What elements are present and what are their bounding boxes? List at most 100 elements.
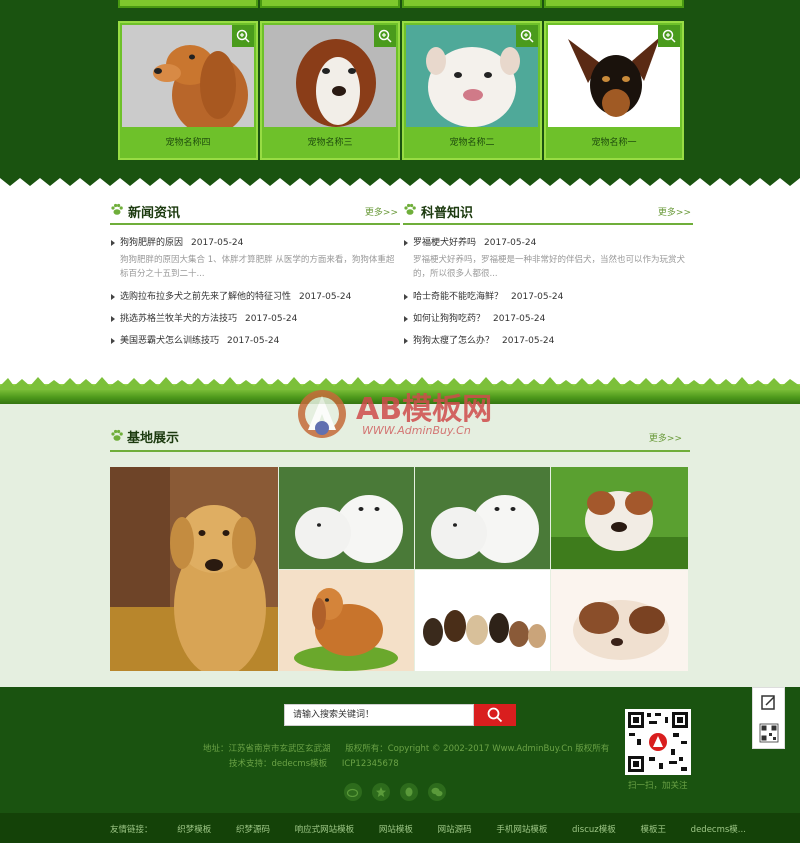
friend-link[interactable]: 手机网站模板 xyxy=(496,825,547,835)
pet-card[interactable]: 宠物名称一 xyxy=(544,21,684,160)
list-item[interactable]: 罗福梗犬好养吗 2017-05-24 罗福梗犬好养吗，罗福梗是一种非常好的伴侣犬，… xyxy=(403,237,693,281)
footer-support: 技术支持：dedecms模板 xyxy=(229,759,328,769)
pet-name[interactable]: 宠物名称三 xyxy=(262,135,398,148)
friend-links-bar: 友情链接： 织梦模板 织梦源码 响应式网站模板 网站模板 网站源码 手机网站模板… xyxy=(0,813,800,843)
news-more-link[interactable]: 更多>> xyxy=(365,205,398,218)
news-section: 新闻资讯 更多>> 狗狗肥胖的原因 2017-05-24 狗狗肥胖的原因大集合 1… xyxy=(110,197,400,357)
list-item[interactable]: 哈士奇能不能吃海鲜？ 2017-05-24 xyxy=(403,291,693,303)
footer-icp: ICP12345678 xyxy=(341,759,399,769)
news-item-summary: 狗狗肥胖的原因大集合 1、体胖才算肥胖 从医学的方面来看，狗狗体重超标百分之十五… xyxy=(120,255,395,279)
paw-icon xyxy=(111,203,123,215)
friend-link[interactable]: dedecms模... xyxy=(691,825,746,835)
gallery-image[interactable] xyxy=(415,570,550,671)
weibo-icon[interactable] xyxy=(344,783,362,801)
qr-caption: 扫一扫，加关注 xyxy=(628,781,688,791)
news-item-date: 2017-05-24 xyxy=(191,238,244,248)
friend-links-label: 友情链接： xyxy=(110,825,153,835)
zoom-icon[interactable] xyxy=(658,25,680,47)
news-item-title[interactable]: 选购拉布拉多犬之前先来了解他的特征习性 xyxy=(120,292,291,302)
friend-link[interactable]: 网站源码 xyxy=(438,825,472,835)
samoyed-photo xyxy=(279,467,414,569)
footer-copyright: 版权所有：Copyright © 2002-2017 Www.AdminBuy.… xyxy=(345,744,610,754)
qzone-icon[interactable] xyxy=(372,783,390,801)
gallery-image[interactable] xyxy=(110,467,278,671)
footer-info: 地址：江苏省南京市玄武区玄武湖 版权所有：Copyright © 2002-20… xyxy=(203,742,623,772)
friend-link[interactable]: 响应式网站模板 xyxy=(295,825,355,835)
gallery-image[interactable] xyxy=(551,467,688,569)
list-item[interactable]: 挑选苏格兰牧羊犬的方法技巧 2017-05-24 xyxy=(110,313,400,325)
gallery-image[interactable] xyxy=(415,467,550,569)
friend-link[interactable]: 织梦模板 xyxy=(177,825,211,835)
list-item[interactable]: 美国恶霸犬怎么训练技巧 2017-05-24 xyxy=(110,335,400,347)
science-item-date: 2017-05-24 xyxy=(484,238,537,248)
zoom-icon[interactable] xyxy=(516,25,538,47)
list-item[interactable]: 狗狗肥胖的原因 2017-05-24 狗狗肥胖的原因大集合 1、体胖才算肥胖 从医… xyxy=(110,237,400,281)
news-item-date: 2017-05-24 xyxy=(227,336,280,346)
wechat-icon[interactable] xyxy=(428,783,446,801)
pet-card[interactable]: 宠物名称三 xyxy=(260,21,400,160)
qq-icon[interactable] xyxy=(400,783,418,801)
watermark-url: WWW.AdminBuy.Cn xyxy=(362,424,471,437)
science-item-title[interactable]: 如何让狗狗吃药？ xyxy=(413,314,485,324)
footer-address: 地址：江苏省南京市玄武区玄武湖 xyxy=(203,744,331,754)
zigzag-divider xyxy=(0,176,800,186)
science-item-summary: 罗福梗犬好养吗，罗福梗是一种非常好的伴侣犬，当然也可以作为玩赏犬的，所以很多人都… xyxy=(413,255,686,279)
science-section: 科普知识 更多>> 罗福梗犬好养吗 2017-05-24 罗福梗犬好养吗，罗福梗是… xyxy=(403,197,693,357)
previous-row-strip xyxy=(402,0,542,8)
science-item-title[interactable]: 狗狗太瘦了怎么办？ xyxy=(413,336,494,346)
puppies-group-photo xyxy=(415,570,550,671)
science-item-date: 2017-05-24 xyxy=(511,292,564,302)
search-button[interactable] xyxy=(474,704,516,726)
side-float-panel[interactable] xyxy=(752,687,785,749)
pet-name[interactable]: 宠物名称二 xyxy=(404,135,540,148)
watermark: AB模板网 WWW.AdminBuy.Cn xyxy=(296,384,516,464)
gallery-image[interactable] xyxy=(279,467,414,569)
labrador-photo xyxy=(110,467,278,671)
zoom-icon[interactable] xyxy=(232,25,254,47)
science-item-title[interactable]: 哈士奇能不能吃海鲜？ xyxy=(413,292,503,302)
list-item[interactable]: 如何让狗狗吃药？ 2017-05-24 xyxy=(403,313,693,325)
news-header: 新闻资讯 更多>> xyxy=(110,197,400,225)
friend-link[interactable]: 织梦源码 xyxy=(236,825,270,835)
search-input[interactable]: 请输入搜索关键词！ xyxy=(284,704,474,726)
gallery-image[interactable] xyxy=(551,570,688,671)
base-more-link[interactable]: 更多>> xyxy=(649,431,682,444)
pet-name[interactable]: 宠物名称一 xyxy=(546,135,682,148)
pet-card[interactable]: 宠物名称四 xyxy=(118,21,258,160)
social-icons xyxy=(344,783,446,801)
previous-row-strip xyxy=(544,0,684,8)
news-title: 新闻资讯 xyxy=(128,206,181,221)
science-title: 科普知识 xyxy=(421,206,474,221)
science-header: 科普知识 更多>> xyxy=(403,197,693,225)
base-title: 基地展示 xyxy=(127,431,180,446)
news-item-date: 2017-05-24 xyxy=(245,314,298,324)
news-item-date: 2017-05-24 xyxy=(299,292,352,302)
science-item-title[interactable]: 罗福梗犬好养吗 xyxy=(413,238,476,248)
gallery-image[interactable] xyxy=(279,570,414,671)
science-item-date: 2017-05-24 xyxy=(502,336,555,346)
science-more-link[interactable]: 更多>> xyxy=(658,205,691,218)
search-icon xyxy=(487,707,503,723)
sleeping-puppy-photo xyxy=(551,570,688,671)
friend-links: 友情链接： 织梦模板 织梦源码 响应式网站模板 网站模板 网站源码 手机网站模板… xyxy=(110,823,768,835)
previous-row-strip xyxy=(118,0,258,8)
list-item[interactable]: 狗狗太瘦了怎么办？ 2017-05-24 xyxy=(403,335,693,347)
news-list: 狗狗肥胖的原因 2017-05-24 狗狗肥胖的原因大集合 1、体胖才算肥胖 从医… xyxy=(110,225,400,347)
paw-icon xyxy=(404,203,416,215)
list-item[interactable]: 选购拉布拉多犬之前先来了解他的特征习性 2017-05-24 xyxy=(110,291,400,303)
zoom-icon[interactable] xyxy=(374,25,396,47)
pet-card[interactable]: 宠物名称二 xyxy=(402,21,542,160)
pet-name[interactable]: 宠物名称四 xyxy=(120,135,256,148)
friend-link[interactable]: 模板王 xyxy=(640,825,666,835)
samoyed-photo xyxy=(415,467,550,569)
qr-code-icon xyxy=(625,709,691,775)
watermark-brand: AB模板网 xyxy=(356,392,493,427)
news-item-title[interactable]: 狗狗肥胖的原因 xyxy=(120,238,183,248)
cocker-spaniel-photo xyxy=(279,570,414,671)
friend-link[interactable]: 网站模板 xyxy=(379,825,413,835)
news-item-title[interactable]: 挑选苏格兰牧羊犬的方法技巧 xyxy=(120,314,237,324)
bulldog-puppy-photo xyxy=(551,467,688,569)
news-item-title[interactable]: 美国恶霸犬怎么训练技巧 xyxy=(120,336,219,346)
friend-link[interactable]: discuz模板 xyxy=(572,825,616,835)
pet-gallery-band: 宠物名称四 宠物名称三 宠物名称二 宠物名称一 xyxy=(0,0,800,178)
